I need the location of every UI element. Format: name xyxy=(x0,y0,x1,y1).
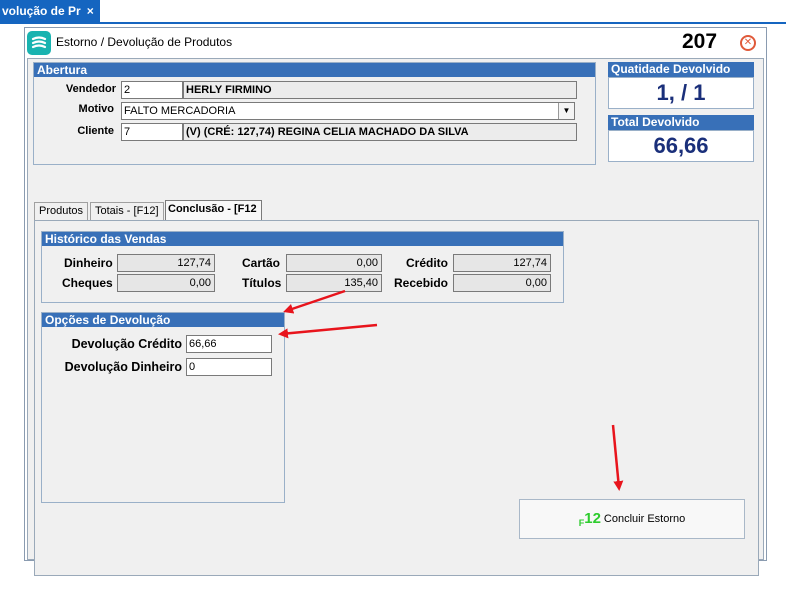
devolucao-credito-input[interactable]: 66,66 xyxy=(186,335,272,353)
vendedor-name-field: HERLY FIRMINO xyxy=(183,81,577,99)
opcoes-devolucao-group: Opções de Devolução Devolução Crédito 66… xyxy=(41,312,285,503)
f12-key-icon: F12 xyxy=(578,510,601,528)
record-number: 207 xyxy=(682,30,718,53)
total-devolvido-header: Total Devolvido xyxy=(608,115,754,130)
quantidade-devolvido-header: Quatidade Devolvido xyxy=(608,62,754,77)
devolucao-credito-label: Devolução Crédito xyxy=(71,337,182,351)
abertura-group: Abertura Vendedor 2 HERLY FIRMINO Motivo… xyxy=(33,62,596,165)
motivo-selected-value: FALTO MERCADORIA xyxy=(124,105,236,117)
cliente-name-field: (V) (CRÉ: 127,74) REGINA CELIA MACHADO D… xyxy=(183,123,577,141)
cheques-label: Cheques xyxy=(62,276,113,290)
vendedor-code-input[interactable]: 2 xyxy=(121,81,183,99)
credito-value: 127,74 xyxy=(453,254,551,272)
devolucao-dinheiro-input[interactable]: 0 xyxy=(186,358,272,376)
app-logo-icon xyxy=(27,31,51,55)
concluir-estorno-label: Concluir Estorno xyxy=(603,513,686,525)
titulos-value: 135,40 xyxy=(286,274,382,292)
close-window-icon[interactable]: ✕ xyxy=(740,35,756,51)
historico-group: Histórico das Vendas Dinheiro 127,74 Car… xyxy=(41,231,564,303)
cliente-code-input[interactable]: 7 xyxy=(121,123,183,141)
window-title: Estorno / Devolução de Produtos xyxy=(56,35,233,49)
window-client-area: Abertura Vendedor 2 HERLY FIRMINO Motivo… xyxy=(27,58,764,576)
recebido-value: 0,00 xyxy=(453,274,551,292)
credito-label: Crédito xyxy=(406,256,448,270)
tab-conclusao[interactable]: Conclusão - [F12 xyxy=(165,200,262,220)
title-bar: Estorno / Devolução de Produtos 207 ✕ xyxy=(25,28,766,58)
cheques-value: 0,00 xyxy=(117,274,215,292)
devolucao-dinheiro-label: Devolução Dinheiro xyxy=(64,360,182,374)
estorno-window: Estorno / Devolução de Produtos 207 ✕ Ab… xyxy=(24,27,767,576)
chevron-down-icon[interactable]: ▼ xyxy=(558,103,574,119)
motivo-label: Motivo xyxy=(78,103,114,115)
vendedor-label: Vendedor xyxy=(65,83,116,95)
abertura-header: Abertura xyxy=(34,63,595,77)
total-devolvido-value: 66,66 xyxy=(608,130,754,162)
tab-totais[interactable]: Totais - [F12] xyxy=(90,202,164,220)
titulos-label: Títulos xyxy=(242,276,282,290)
dinheiro-label: Dinheiro xyxy=(64,256,113,270)
historico-header: Histórico das Vendas xyxy=(42,232,563,246)
tab-strip-line xyxy=(0,22,786,24)
quantidade-devolvido-value: 1, / 1 xyxy=(608,77,754,109)
recebido-label: Recebido xyxy=(394,276,449,290)
cliente-label: Cliente xyxy=(77,125,114,137)
motivo-select[interactable]: FALTO MERCADORIA ▼ xyxy=(121,102,575,120)
cartao-label: Cartão xyxy=(242,256,281,270)
close-tab-icon[interactable]: × xyxy=(87,4,94,18)
concluir-estorno-button[interactable]: F12 Concluir Estorno xyxy=(519,499,745,539)
document-tab-label: volução de Pr xyxy=(2,4,81,18)
tab-produtos[interactable]: Produtos xyxy=(34,202,89,220)
cartao-value: 0,00 xyxy=(286,254,382,272)
opcoes-devolucao-header: Opções de Devolução xyxy=(42,313,284,327)
dinheiro-value: 127,74 xyxy=(117,254,215,272)
document-tab[interactable]: volução de Pr × xyxy=(0,0,100,22)
